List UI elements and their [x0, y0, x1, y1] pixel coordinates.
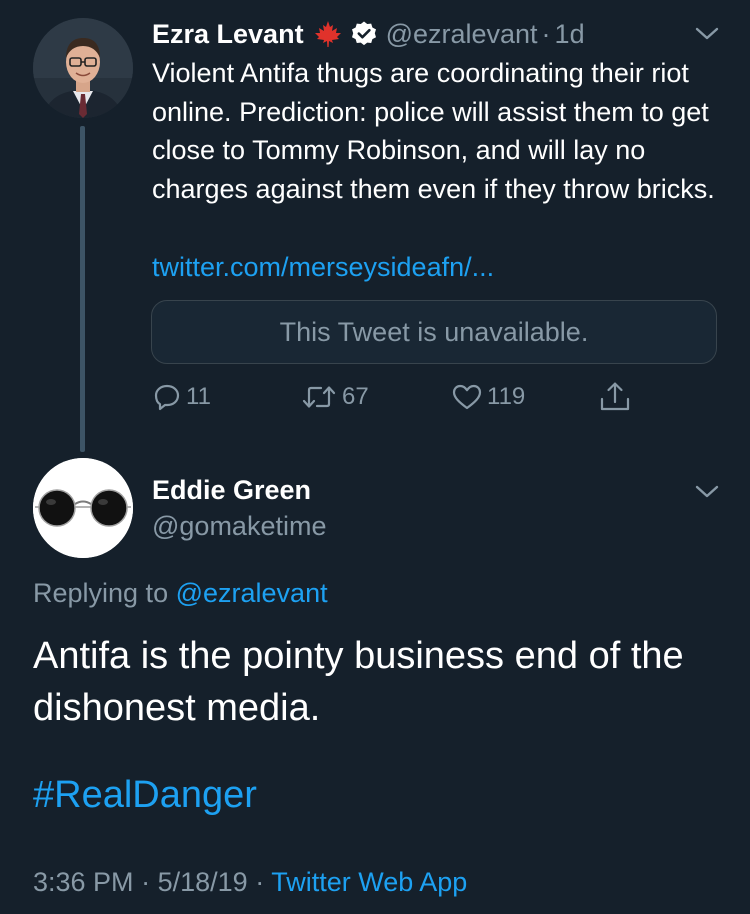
retweet-button[interactable]: 67 [300, 379, 369, 415]
tweet1-text: Violent Antifa thugs are coordinating th… [152, 58, 715, 204]
tweet1-header: Ezra Levant @ezralevant · 1d [152, 14, 585, 54]
share-icon [600, 382, 630, 411]
like-button[interactable]: 119 [451, 379, 525, 415]
tweet2-author-handle[interactable]: @gomaketime [152, 509, 326, 543]
reply-button[interactable]: 11 [152, 379, 211, 415]
tweet1-menu-button[interactable] [692, 24, 722, 44]
tweet1-timestamp[interactable]: 1d [555, 19, 585, 50]
chevron-down-icon [695, 27, 719, 40]
tweet2-date[interactable]: 5/18/19 [158, 867, 248, 897]
tweet2-metadata: 3:36 PM · 5/18/19 · Twitter Web App [33, 864, 467, 900]
replying-to-line: Replying to @ezralevant [33, 575, 328, 611]
maple-leaf-icon [313, 19, 343, 49]
reply-icon [154, 384, 180, 411]
unavailable-message: This Tweet is unavailable. [279, 316, 589, 347]
hashtag-link[interactable]: #RealDanger [33, 770, 257, 820]
avatar-eddie-green[interactable] [33, 458, 133, 558]
tweet1-link[interactable]: twitter.com/merseysideafn/... [152, 248, 494, 286]
thread-connector-line [80, 126, 85, 452]
sunglasses-avatar-image [33, 458, 133, 558]
like-count: 119 [487, 383, 526, 410]
separator-dot: · [255, 867, 265, 897]
profile-photo [33, 18, 133, 118]
source-app-link[interactable]: Twitter Web App [271, 867, 467, 897]
verified-badge-icon [350, 20, 378, 48]
separator-dot: · [541, 18, 551, 49]
replying-prefix: Replying to [33, 578, 169, 608]
tweet1-author-handle[interactable]: @ezralevant [386, 19, 538, 50]
tweet2-text: Antifa is the pointy business end of the… [33, 635, 684, 729]
retweet-icon [302, 386, 336, 408]
heart-icon [452, 384, 482, 410]
chevron-down-icon [695, 485, 719, 498]
avatar-ezra-levant[interactable] [33, 18, 133, 118]
quoted-tweet-unavailable: This Tweet is unavailable. [151, 300, 717, 364]
reply-count: 11 [186, 383, 211, 410]
separator-dot: · [141, 867, 151, 897]
share-button[interactable] [598, 379, 632, 415]
tweet1-author-name[interactable]: Ezra Levant [152, 19, 304, 50]
tweet2-author-name[interactable]: Eddie Green [152, 473, 311, 507]
tweet2-menu-button[interactable] [692, 482, 722, 502]
replying-mention-link[interactable]: @ezralevant [176, 578, 328, 608]
tweet2-time[interactable]: 3:36 PM [33, 867, 134, 897]
retweet-count: 67 [342, 383, 369, 410]
